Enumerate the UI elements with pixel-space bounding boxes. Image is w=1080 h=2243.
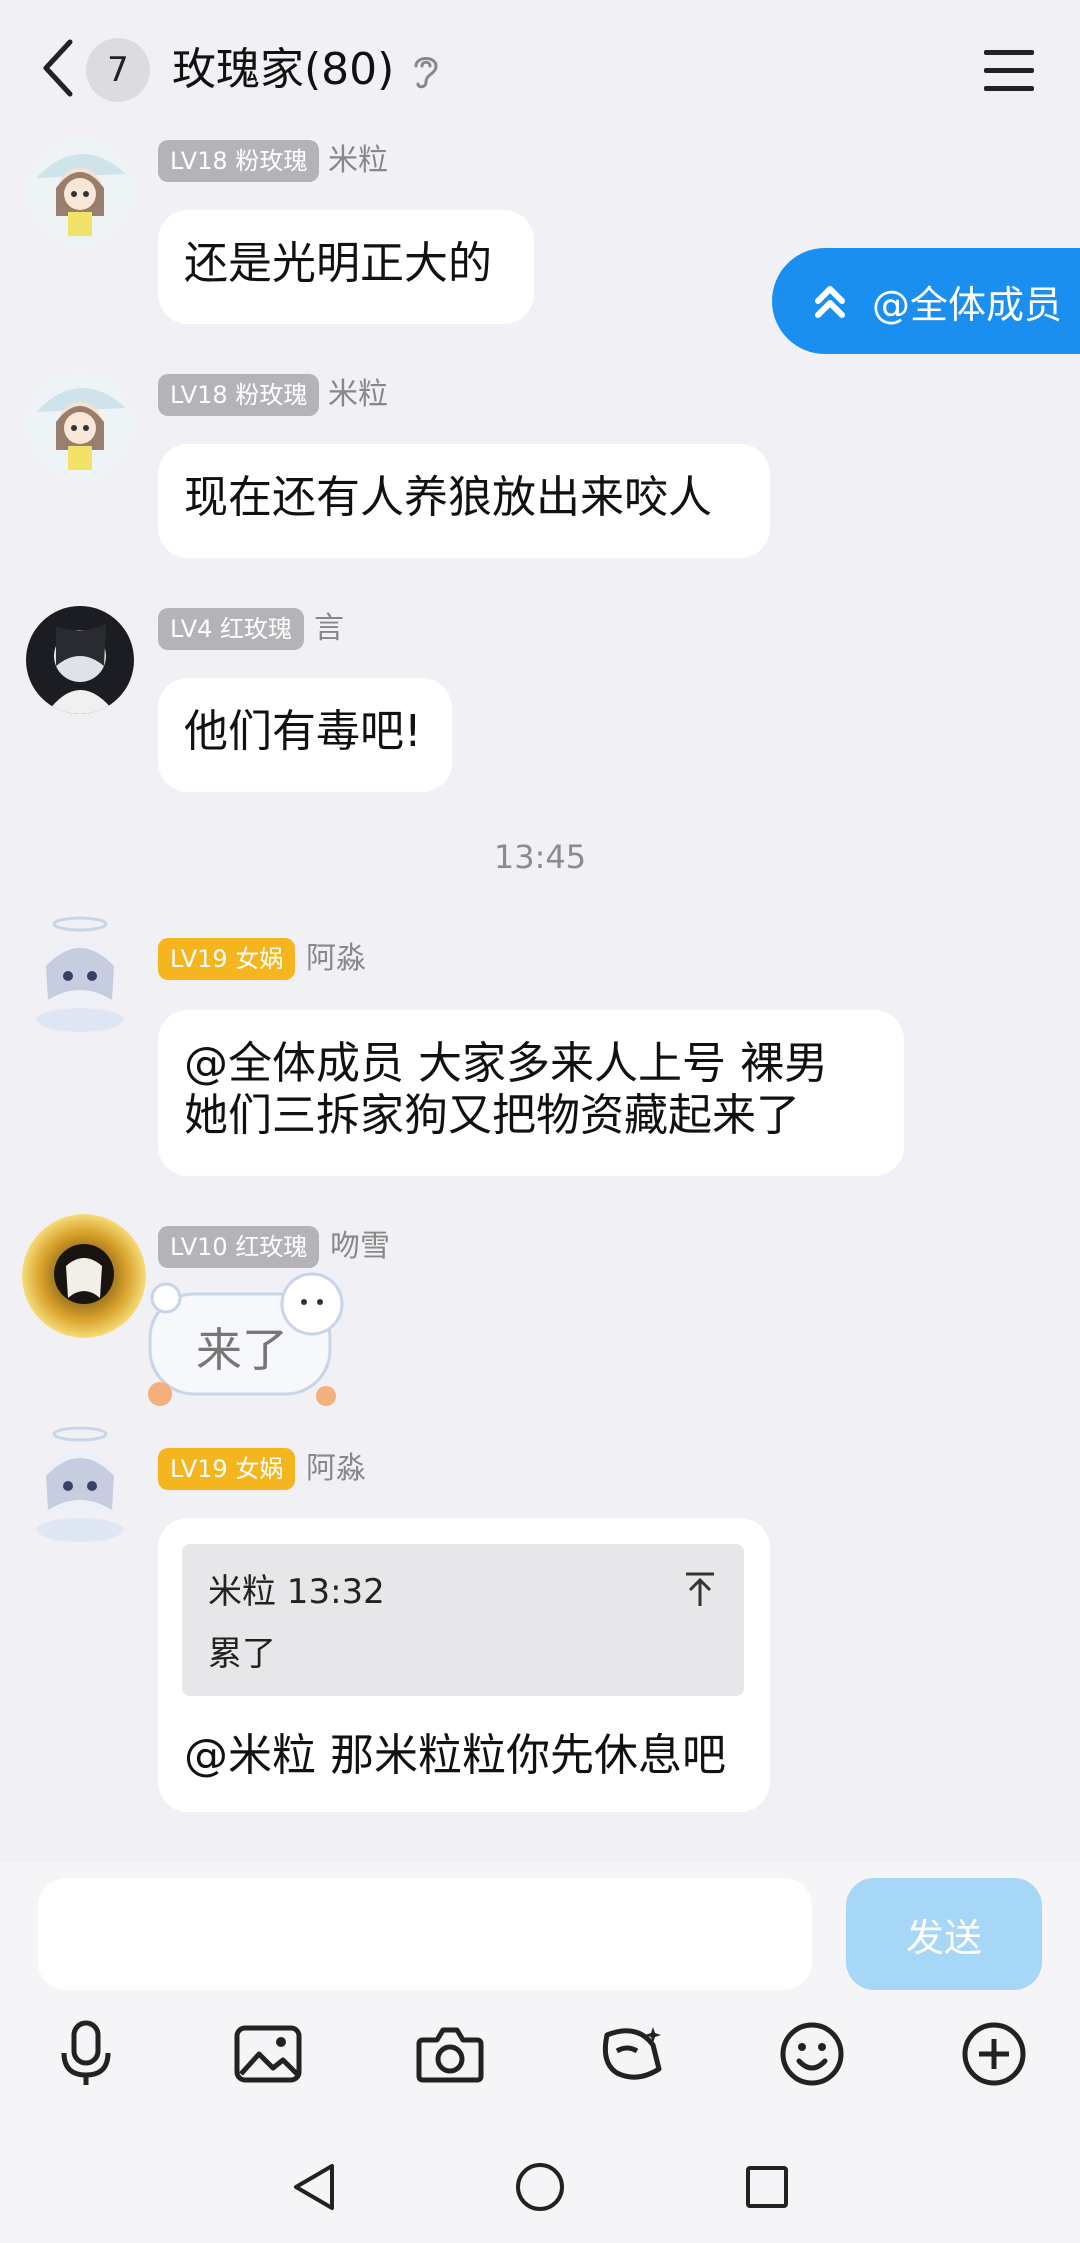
sender-name[interactable]: 阿淼 (306, 1448, 366, 1490)
avatar[interactable] (16, 1420, 144, 1548)
menu-icon[interactable] (980, 44, 1038, 96)
level-badge: LV19 女娲 (158, 1448, 296, 1490)
avatar[interactable] (26, 606, 134, 714)
sender-name[interactable]: 米粒 (328, 140, 388, 182)
chat-header: 7 玫瑰家(80) (0, 0, 1080, 140)
level-badge: LV4 红玫瑰 (158, 608, 305, 650)
send-button[interactable]: 发送 (846, 1878, 1042, 1990)
emoji-icon[interactable] (772, 2014, 852, 2094)
back-button[interactable] (28, 36, 88, 100)
plus-icon[interactable] (954, 2014, 1034, 2094)
camera-icon[interactable] (410, 2014, 490, 2094)
avatar[interactable] (16, 910, 144, 1038)
unread-count-badge[interactable]: 7 (86, 38, 150, 102)
sticker[interactable]: 来了 (140, 1270, 350, 1410)
message-bubble[interactable]: 他们有毒吧! (158, 678, 452, 792)
double-chevron-up-icon (808, 279, 852, 323)
message-bubble[interactable]: 现在还有人养狼放出来咬人 (158, 444, 770, 558)
sender-name[interactable]: 米粒 (328, 374, 388, 416)
message-text: @米粒 那米粒粒你先休息吧 (184, 1730, 726, 1781)
sticker-text: 来了 (196, 1323, 288, 1377)
sender-name[interactable]: 吻雪 (330, 1226, 390, 1268)
nav-recents-icon[interactable] (732, 2152, 802, 2222)
microphone-icon[interactable] (46, 2014, 126, 2094)
nav-home-icon[interactable] (505, 2152, 575, 2222)
level-badge: LV10 红玫瑰 (158, 1226, 320, 1268)
level-badge: LV18 粉玫瑰 (158, 374, 320, 416)
level-badge: LV18 粉玫瑰 (158, 140, 320, 182)
level-badge: LV19 女娲 (158, 938, 296, 980)
at-all-jump-button[interactable]: @全体成员 (772, 248, 1080, 354)
avatar[interactable] (22, 1214, 146, 1338)
sender-name[interactable]: 言 (314, 608, 344, 650)
quote-meta: 米粒 13:32 (208, 1572, 385, 1612)
jump-to-original-icon[interactable] (682, 1570, 718, 1610)
image-icon[interactable] (228, 2014, 308, 2094)
avatar[interactable] (26, 372, 134, 480)
avatar[interactable] (26, 138, 134, 246)
quote-text: 累了 (208, 1634, 276, 1674)
at-all-label: @全体成员 (872, 282, 1063, 327)
timestamp: 13:45 (493, 838, 587, 876)
quoted-message[interactable]: 米粒 13:32 累了 (182, 1544, 744, 1696)
input-area: 发送 (0, 1862, 1080, 2243)
magic-expression-icon[interactable] (592, 2014, 672, 2094)
nav-back-icon[interactable] (278, 2152, 348, 2222)
message-input[interactable] (38, 1878, 812, 1990)
message-line: @全体成员 大家多来人上号 裸男 (184, 1038, 828, 1089)
sender-name[interactable]: 阿淼 (306, 938, 366, 980)
message-bubble[interactable]: @全体成员 大家多来人上号 裸男 她们三拆家狗又把物资藏起来了 (158, 1010, 904, 1176)
chat-title[interactable]: 玫瑰家(80) (172, 36, 394, 104)
message-line: 她们三拆家狗又把物资藏起来了 (184, 1090, 800, 1141)
message-bubble[interactable]: 还是光明正大的 (158, 210, 534, 324)
ear-mode-icon[interactable] (408, 50, 444, 90)
